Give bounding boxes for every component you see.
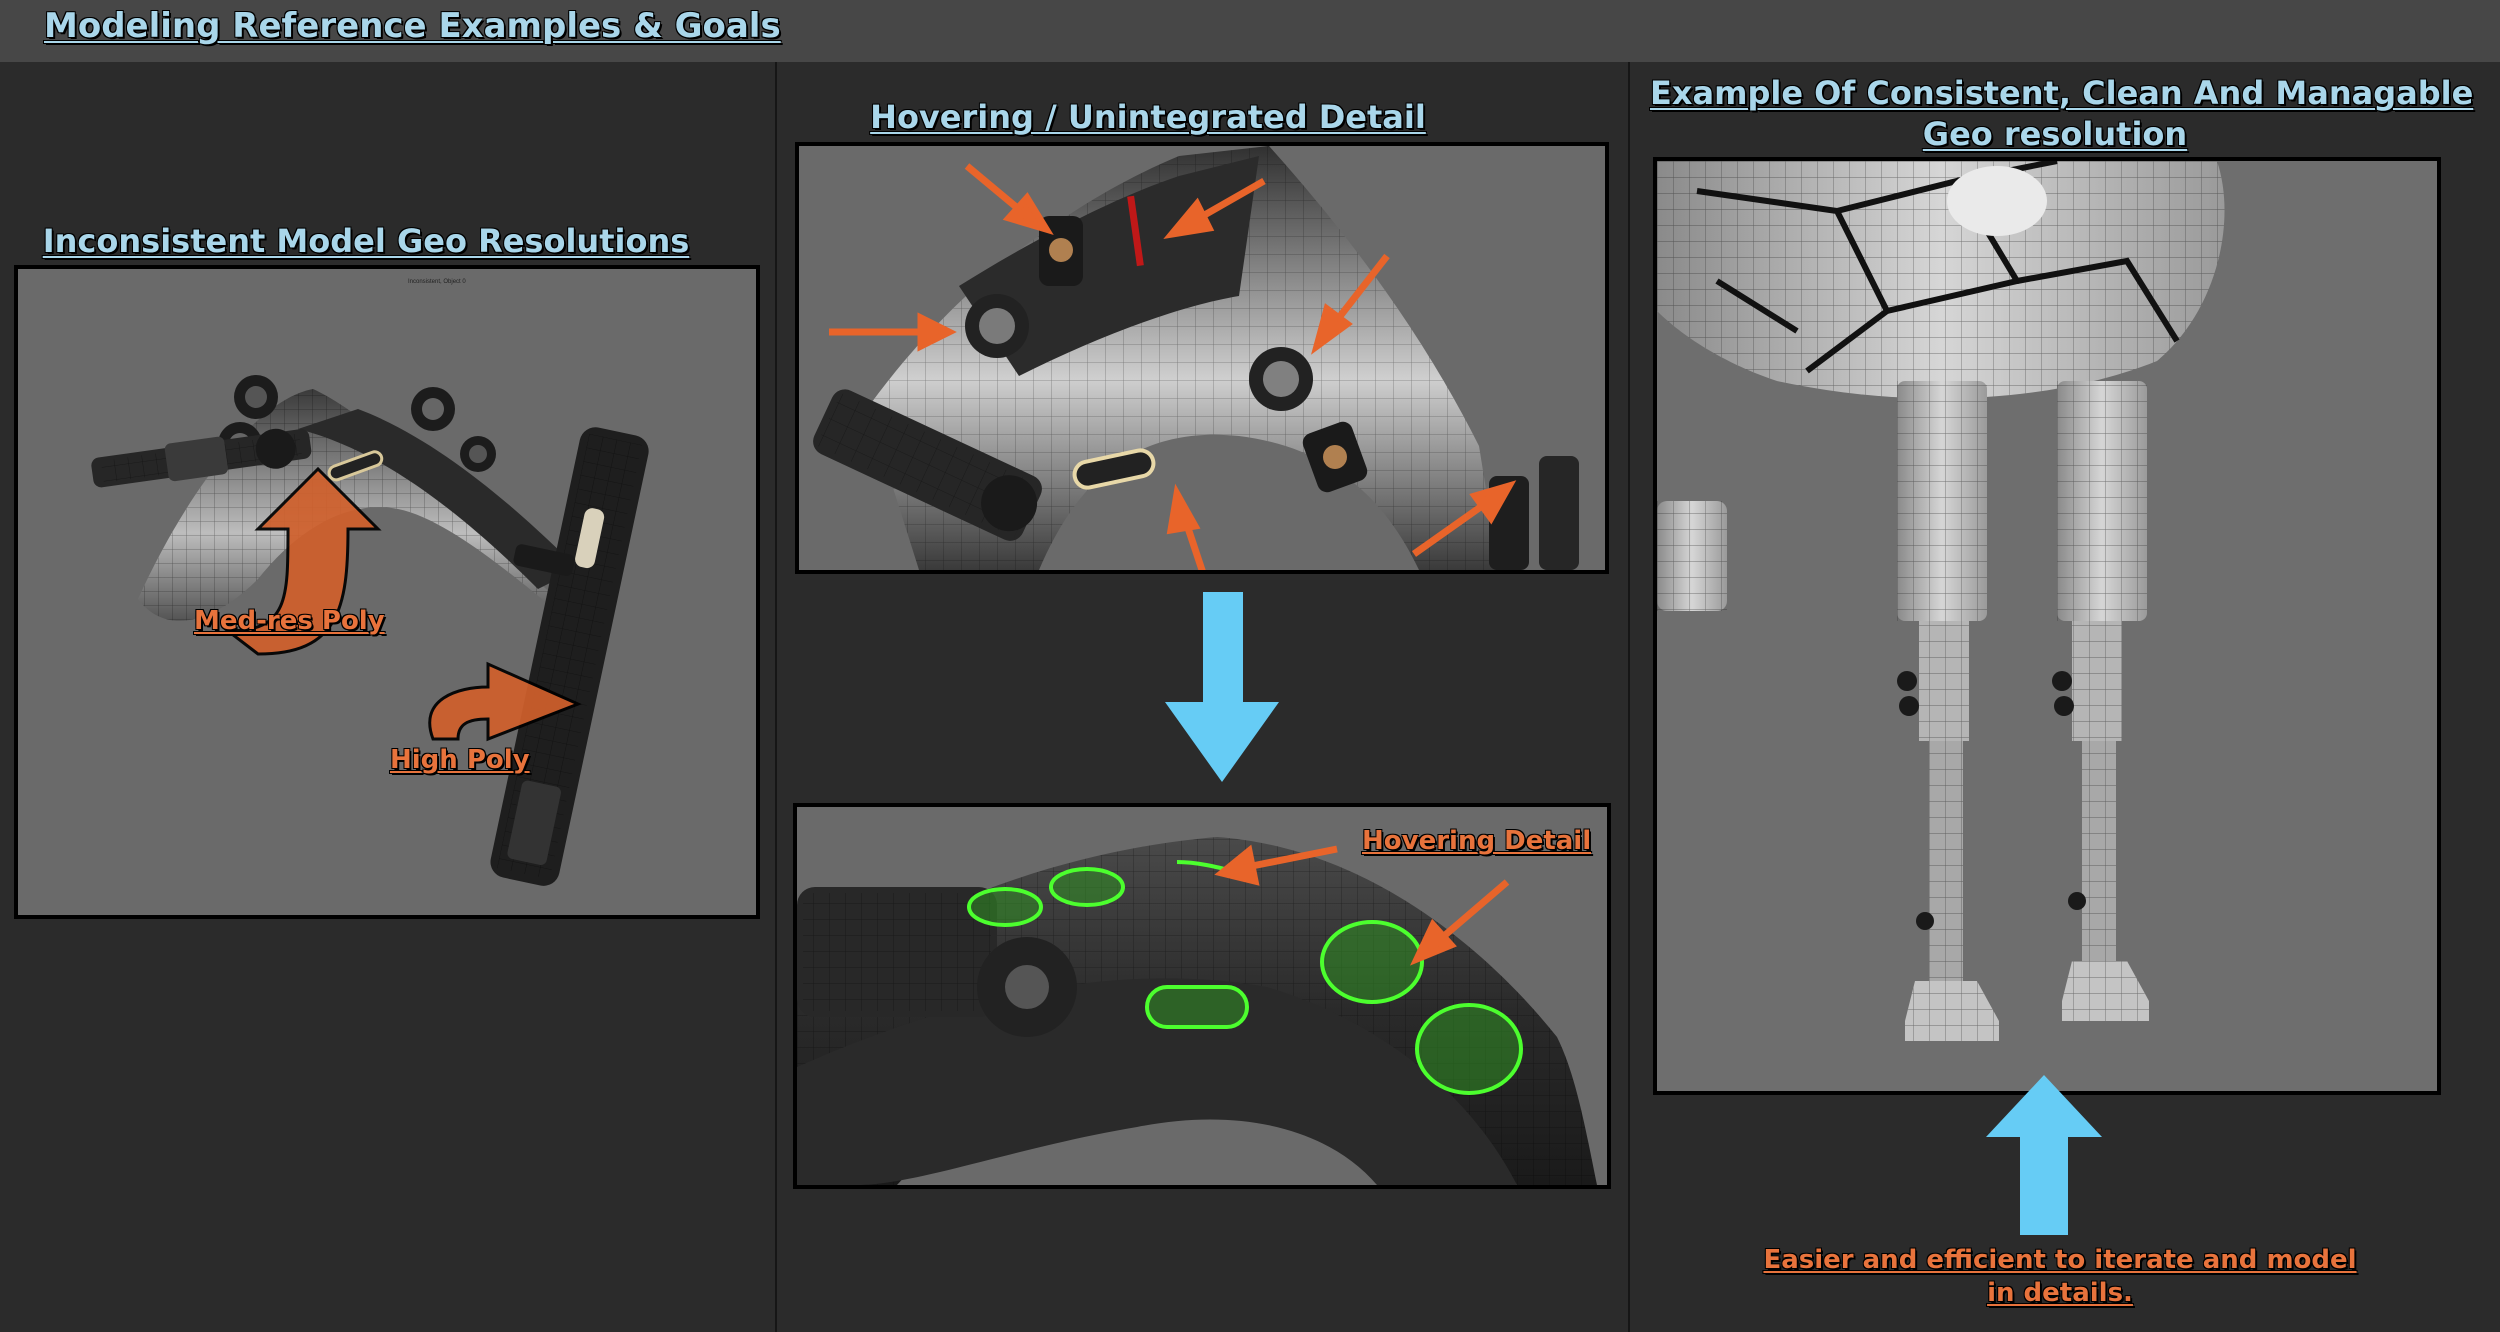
hovering-detail-render — [797, 807, 1607, 1185]
page-title: Modeling Reference Examples & Goals — [44, 6, 781, 46]
right-note-line2: in details. — [1987, 1278, 2133, 1308]
tiny-caption: Inconsistent, Object 0 — [408, 279, 466, 285]
right-section-title-line1: Example Of Consistent, Clean And Managab… — [1650, 74, 2474, 112]
column-divider-right — [1628, 62, 1630, 1332]
left-image-panel: Inconsistent, Object 0 — [14, 265, 760, 919]
middle-top-image-panel — [795, 142, 1609, 574]
inconsistent-geo-render: Inconsistent, Object 0 — [18, 269, 756, 915]
column-divider-left — [775, 62, 777, 1332]
label-medres-poly: Med-res Poly — [194, 606, 385, 636]
unintegrated-detail-render — [799, 146, 1605, 570]
label-hovering-detail: Hovering Detail — [1362, 826, 1592, 856]
right-image-panel — [1653, 157, 2441, 1095]
middle-bottom-image-panel — [793, 803, 1611, 1189]
down-arrow-icon — [1165, 592, 1279, 782]
right-section-title-line2: Geo resolution — [1922, 115, 2188, 153]
label-high-poly: High Poly — [390, 745, 530, 775]
consistent-geo-render — [1657, 161, 2437, 1091]
right-note-line1: Easier and efficient to iterate and mode… — [1763, 1245, 2357, 1275]
up-arrow-icon — [1986, 1075, 2102, 1235]
left-section-title: Inconsistent Model Geo Resolutions — [42, 222, 690, 260]
middle-section-title: Hovering / Unintegrated Detail — [870, 98, 1426, 136]
